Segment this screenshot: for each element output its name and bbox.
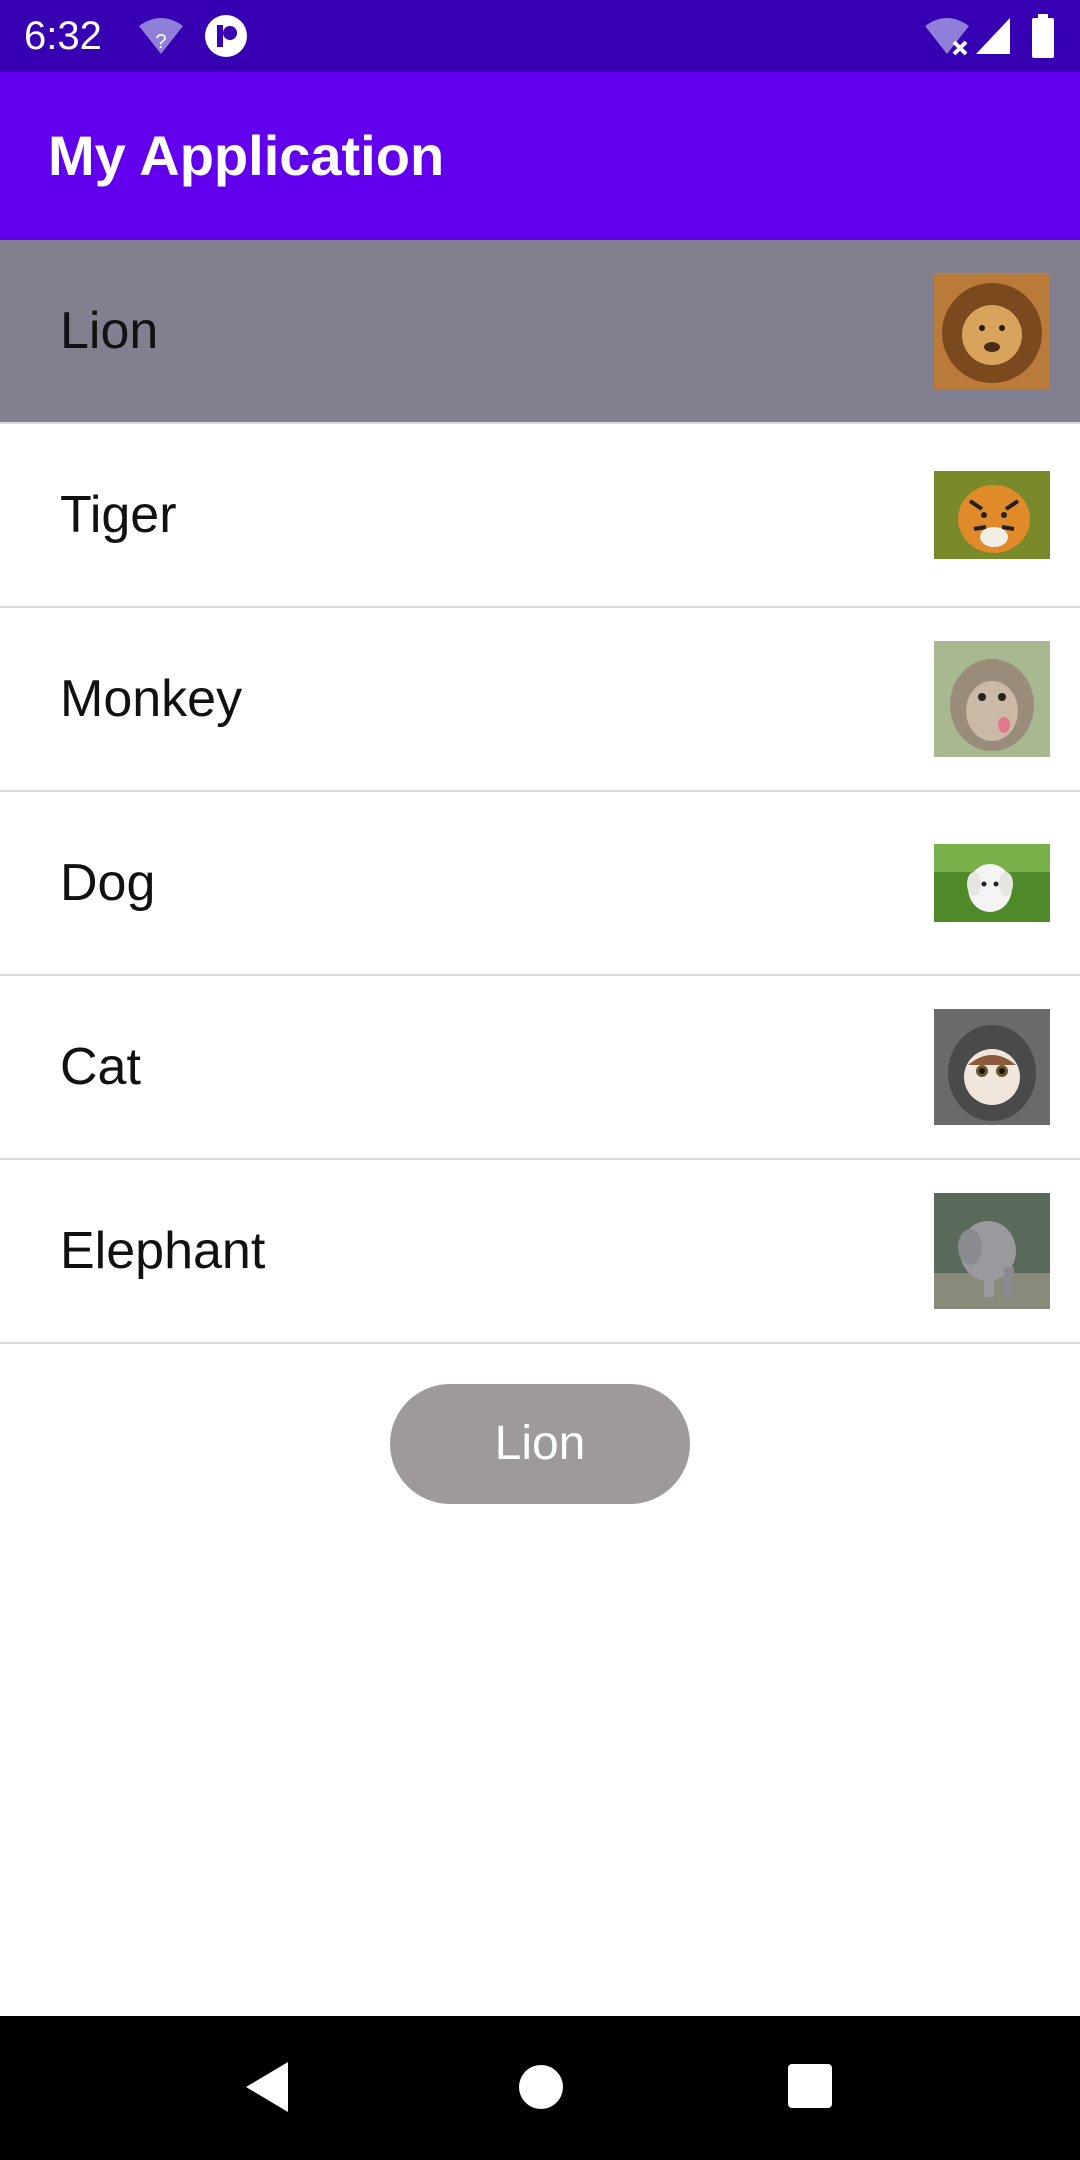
list-item-label: Lion <box>60 302 159 360</box>
lion-thumbnail <box>934 273 1050 389</box>
navigation-bar <box>0 2016 1080 2160</box>
tiger-thumbnail <box>934 471 1050 559</box>
list-item-label: Cat <box>60 1038 141 1096</box>
status-time: 6:32 <box>24 14 102 58</box>
elephant-thumbnail <box>934 1193 1050 1309</box>
list-item-cat[interactable]: Cat <box>0 976 1080 1160</box>
notification-app-icon <box>204 14 248 63</box>
wifi-question-icon: ? <box>138 16 184 61</box>
battery-icon <box>1030 14 1056 63</box>
list-item-label: Elephant <box>60 1222 266 1280</box>
recents-icon[interactable] <box>786 2060 834 2119</box>
selected-animal-button[interactable]: Lion <box>390 1384 690 1504</box>
cat-thumbnail <box>934 1009 1050 1125</box>
list-item-label: Dog <box>60 854 156 912</box>
list-item-lion[interactable]: Lion <box>0 240 1080 424</box>
status-bar: 6:32 ? <box>0 0 1080 72</box>
list-item-label: Monkey <box>60 670 243 728</box>
app-title: My Application <box>48 124 445 187</box>
svg-text:?: ? <box>155 31 166 53</box>
signal-icon <box>974 16 1012 61</box>
monkey-thumbnail <box>934 641 1050 757</box>
list-item-monkey[interactable]: Monkey <box>0 608 1080 792</box>
app-bar: My Application <box>0 72 1080 240</box>
dog-thumbnail <box>934 844 1050 922</box>
list-item-elephant[interactable]: Elephant <box>0 1160 1080 1344</box>
home-icon[interactable] <box>518 2060 564 2119</box>
wifi-off-icon <box>924 16 970 61</box>
list-item-label: Tiger <box>60 486 177 544</box>
back-icon[interactable] <box>244 2060 290 2119</box>
list-item-dog[interactable]: Dog <box>0 792 1080 976</box>
animal-list: Lion Tiger Monkey Dog Cat Elephant <box>0 240 1080 1344</box>
list-item-tiger[interactable]: Tiger <box>0 424 1080 608</box>
